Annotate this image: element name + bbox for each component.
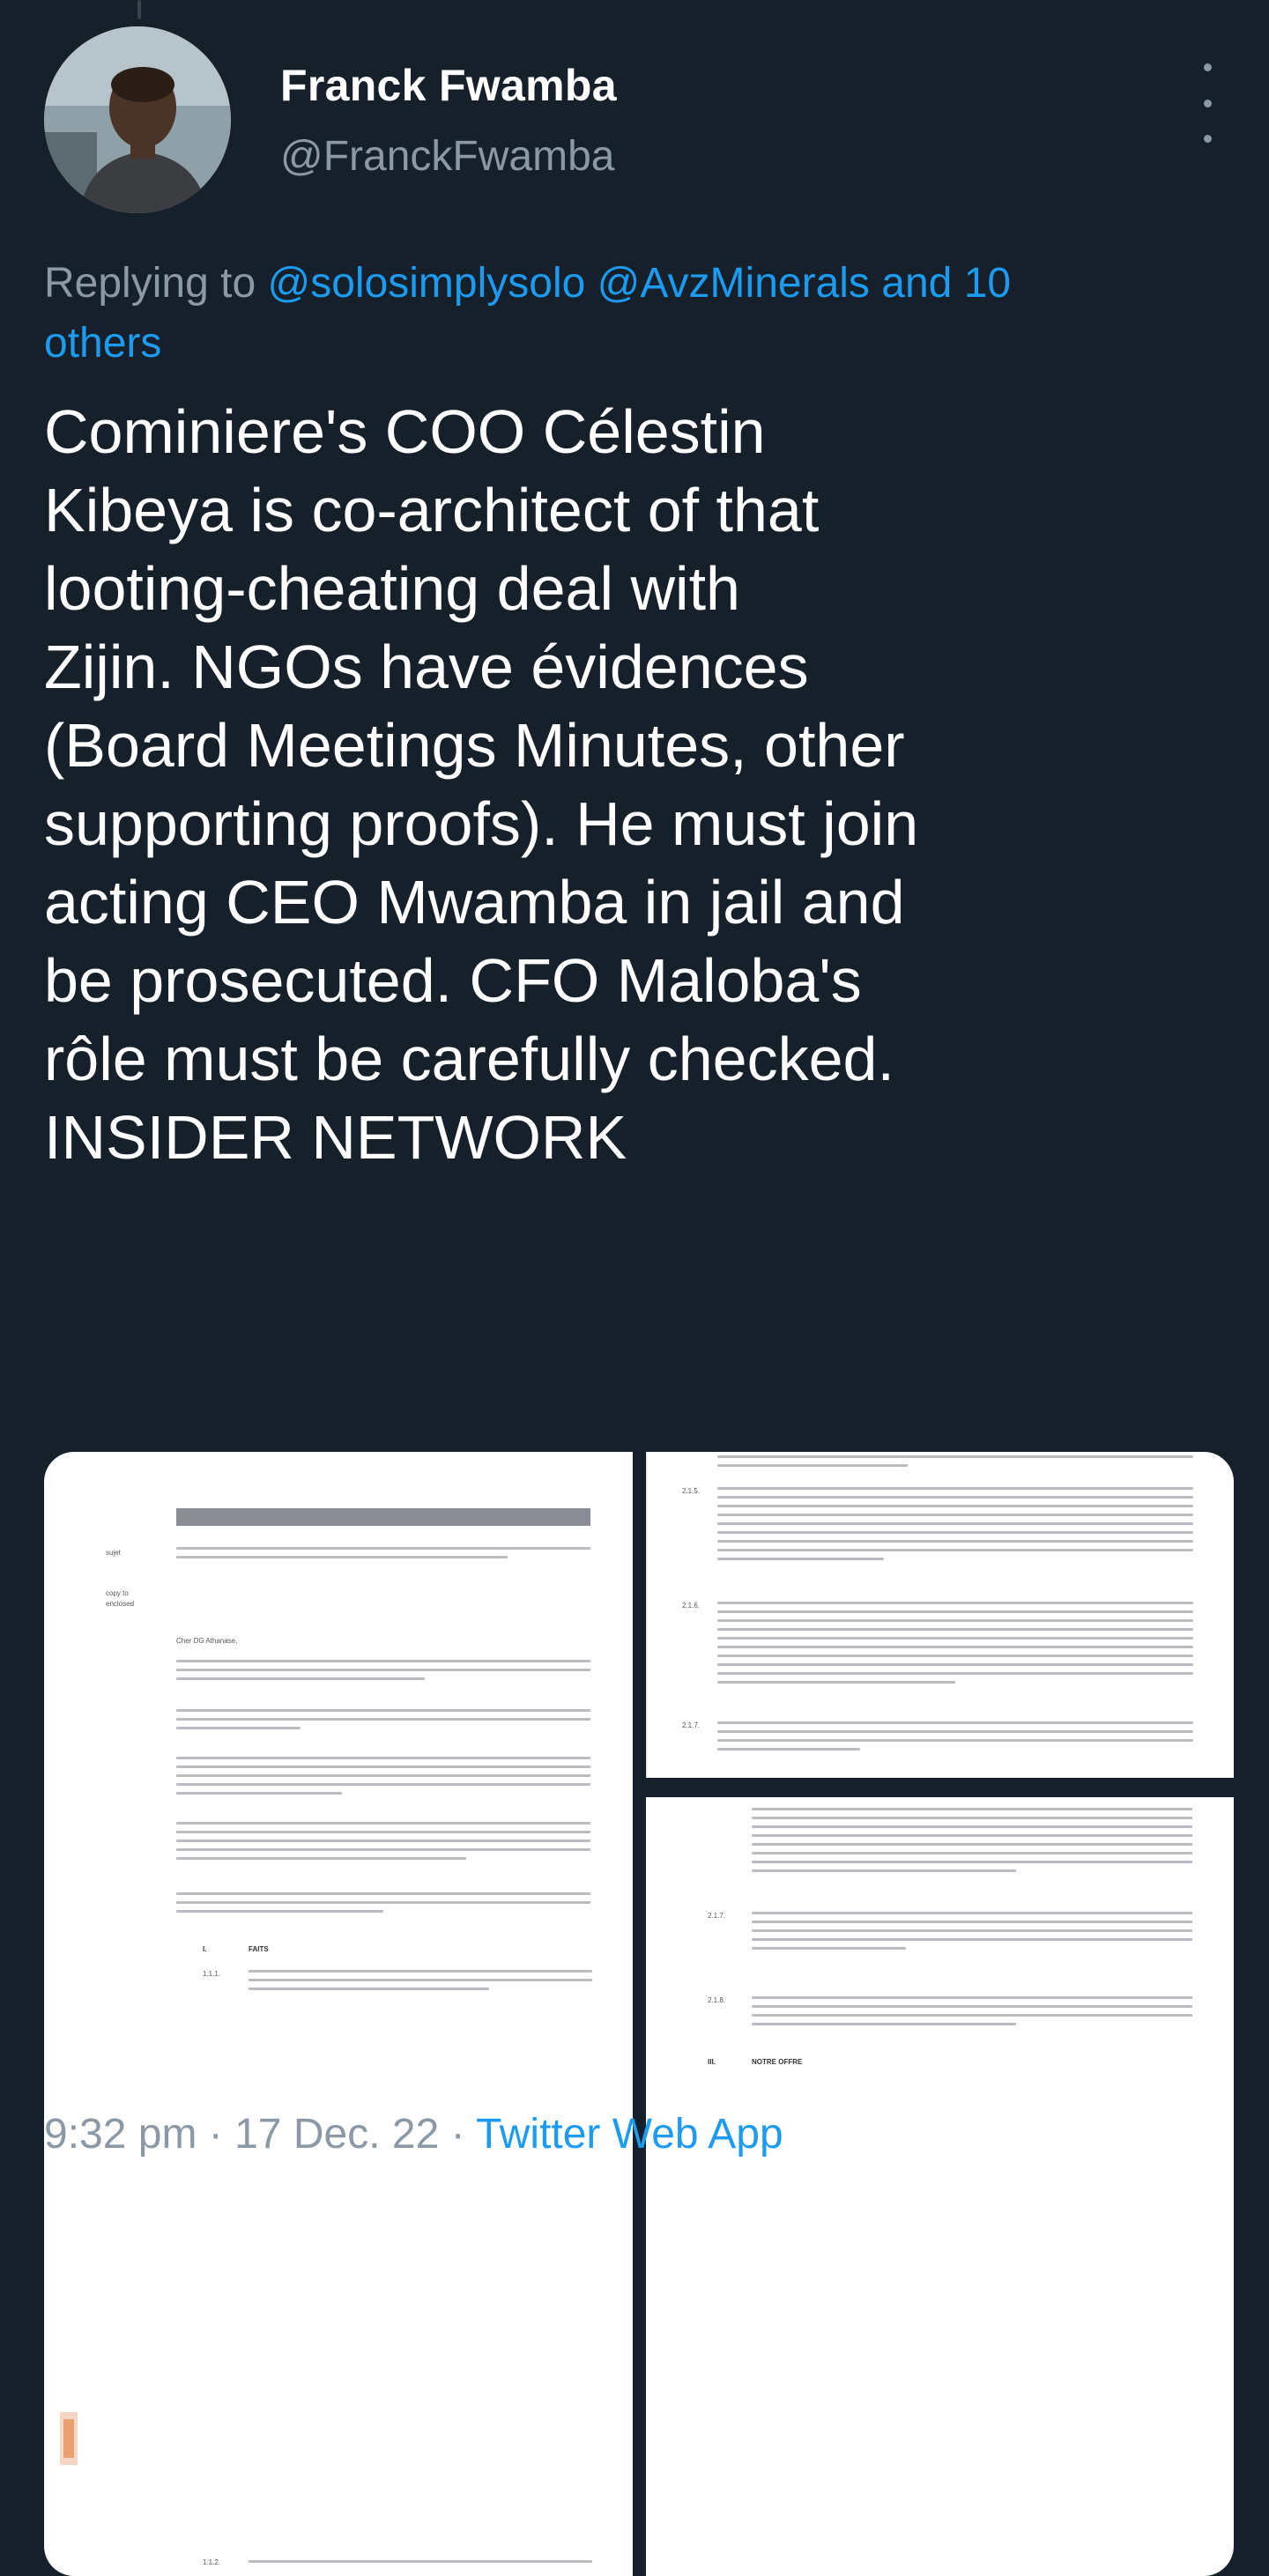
mention-link[interactable]: @solosimplysolo: [267, 260, 585, 307]
tweet-date[interactable]: 17 Dec. 22: [234, 2111, 439, 2158]
letterhead-logo-icon: [60, 2412, 78, 2465]
mention-link[interactable]: @AvzMinerals: [597, 260, 870, 307]
doc-section-title: NOTRE OFFRE: [752, 2058, 803, 2066]
doc-paragraph: [752, 1808, 1192, 1878]
replying-to: Replying to @solosimplysolo @AvzMinerals…: [44, 254, 1234, 374]
tweet-line: looting-cheating deal with: [44, 554, 740, 623]
doc-label: sujet: [106, 1549, 121, 1557]
others-link-text: others: [44, 320, 162, 366]
dot: [1203, 135, 1212, 143]
tweet-line: rôle must be carefully checked.: [44, 1025, 894, 1093]
tweet-timestamp: 9:32 pm · 17 Dec. 22 · Twitter Web App: [44, 2110, 783, 2158]
separator: ·: [450, 2111, 465, 2158]
doc-paragraph: [717, 1455, 1193, 1473]
doc-clause-number: 2.1.5.: [682, 1487, 701, 1495]
doc-paragraph: [717, 1721, 1193, 1757]
tweet-text: Cominiere's COO Célestin Kibeya is co-ar…: [44, 393, 1243, 1177]
doc-greeting: Cher DG Athanase,: [176, 1637, 238, 1645]
doc-clause-number: 1.1.1.: [203, 1970, 221, 1978]
replying-to-label: Replying to: [44, 260, 256, 307]
author-handle[interactable]: @FranckFwamba: [280, 132, 614, 181]
avatar[interactable]: [44, 26, 231, 213]
dot: [1203, 99, 1212, 107]
doc-clause-number: 2.1.7.: [708, 1912, 726, 1920]
doc-paragraph: [249, 2560, 592, 2569]
tweet-line: Kibeya is co-architect of that: [44, 476, 820, 544]
doc-label: copy to: [106, 1589, 129, 1597]
doc-paragraph: [717, 1602, 1193, 1690]
tweet-line: acting CEO Mwamba in jail and: [44, 868, 905, 936]
doc-paragraph: [176, 1892, 590, 1919]
author-name[interactable]: Franck Fwamba: [280, 60, 617, 111]
document-image-right-bottom[interactable]: 2.1.7. 2.1.8. III. NOTRE OFFRE: [646, 1797, 1234, 2576]
tweet-line: INSIDER NETWORK: [44, 1103, 627, 1172]
doc-paragraph: [752, 1912, 1192, 1956]
doc-clause-number: 2.1.6.: [682, 1602, 701, 1610]
avatar-image: [44, 26, 231, 213]
tweet-media: sujet copy to enclosed Cher DG Athanase,…: [44, 1452, 1234, 2576]
doc-paragraph: [717, 1487, 1193, 1566]
more-options-icon[interactable]: [1190, 63, 1225, 143]
doc-paragraph: [176, 1757, 590, 1801]
tweet-line: supporting proofs). He must join: [44, 789, 919, 858]
doc-label: enclosed: [106, 1600, 135, 1608]
doc-paragraph: [176, 1660, 590, 1686]
tweet-line: be prosecuted. CFO Maloba's: [44, 946, 862, 1015]
tweet-header: Franck Fwamba @FranckFwamba: [44, 26, 1225, 220]
doc-paragraph: [752, 1996, 1192, 2032]
doc-section-number: III.: [708, 2058, 716, 2066]
tweet-line: Zijin. NGOs have évidences: [44, 633, 809, 701]
doc-paragraph: [176, 1547, 590, 1565]
thread-connector: [137, 0, 141, 19]
document-image-right-top[interactable]: 2.1.5. 2.1.6. 2.1.7.: [646, 1452, 1234, 1778]
doc-paragraph: [176, 1822, 590, 1866]
doc-clause-number: 2.1.7.: [682, 1721, 701, 1729]
others-link-text: and 10: [881, 260, 1012, 307]
separator: ·: [208, 2111, 223, 2158]
doc-section-title: FAITS: [249, 1945, 269, 1953]
dot: [1203, 63, 1212, 71]
document-image-left[interactable]: sujet copy to enclosed Cher DG Athanase,…: [44, 1452, 633, 2576]
doc-paragraph: [249, 1970, 592, 1996]
redacted-bar: [176, 1508, 590, 1526]
doc-paragraph: [176, 1709, 590, 1736]
doc-section-number: I.: [203, 1945, 207, 1953]
tweet-line: (Board Meetings Minutes, other: [44, 711, 905, 780]
doc-clause-number: 2.1.8.: [708, 1996, 726, 2004]
doc-clause-number: 1.1.2.: [203, 2558, 221, 2566]
tweet-source-link[interactable]: Twitter Web App: [476, 2111, 783, 2158]
tweet-time[interactable]: 9:32 pm: [44, 2111, 197, 2158]
tweet-line: Cominiere's COO Célestin: [44, 397, 766, 466]
